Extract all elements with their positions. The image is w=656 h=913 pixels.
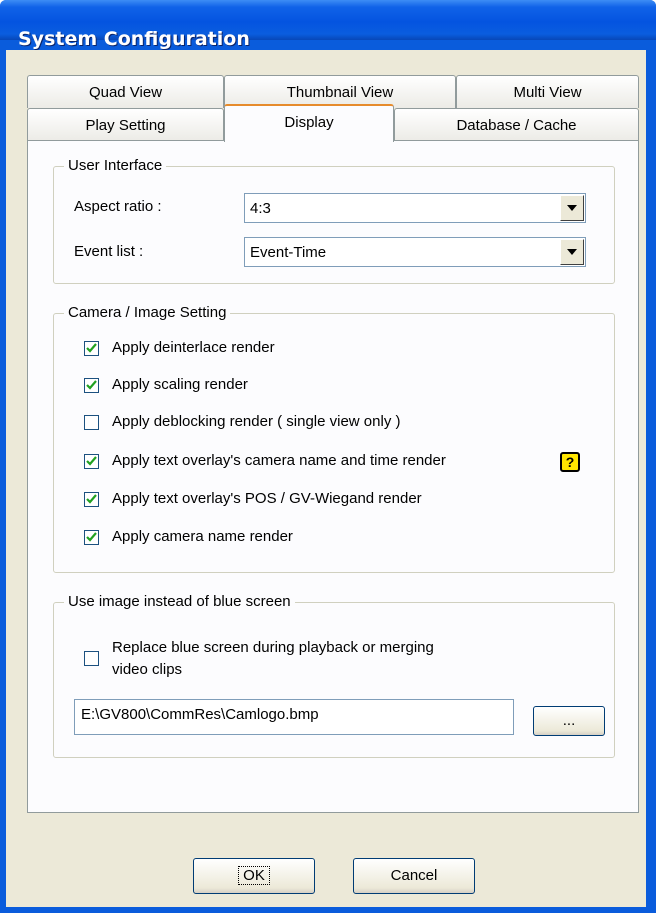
check-icon xyxy=(86,494,97,504)
tab-label: Multi View xyxy=(513,84,582,101)
text-overlay-pos-checkbox[interactable] xyxy=(84,492,99,507)
text-overlay-camera-time-label: Apply text overlay's camera name and tim… xyxy=(112,452,446,469)
tab-label: Quad View xyxy=(88,84,163,101)
deblocking-label: Apply deblocking render ( single view on… xyxy=(112,413,401,430)
event-list-label: Event list : xyxy=(74,243,144,260)
tab-display[interactable]: Display xyxy=(224,104,394,142)
system-configuration-dialog: System Configuration Quad View Thumbnail… xyxy=(0,0,656,913)
chevron-down-icon xyxy=(567,249,577,255)
deinterlace-checkbox[interactable] xyxy=(84,341,99,356)
tab-label: Database / Cache xyxy=(456,117,577,134)
ok-button[interactable]: OK xyxy=(193,858,315,894)
check-icon xyxy=(86,343,97,353)
aspect-ratio-value: 4:3 xyxy=(250,200,271,217)
user-interface-group: User Interface Aspect ratio : 4:3 Event … xyxy=(53,157,615,284)
image-path-input[interactable]: E:\GV800\CommRes\Camlogo.bmp xyxy=(74,699,514,735)
tab-label: Display xyxy=(284,114,334,131)
text-overlay-pos-label: Apply text overlay's POS / GV-Wiegand re… xyxy=(112,490,422,507)
tab-multi-view[interactable]: Multi View xyxy=(456,75,639,108)
event-list-dropdown-button[interactable] xyxy=(560,239,584,265)
ok-button-label: OK xyxy=(238,866,270,885)
tab-database-cache[interactable]: Database / Cache xyxy=(394,108,639,141)
scaling-checkbox[interactable] xyxy=(84,378,99,393)
tab-label: Thumbnail View xyxy=(286,84,394,101)
browse-button[interactable]: ... xyxy=(533,706,605,736)
scaling-label: Apply scaling render xyxy=(112,376,248,393)
help-icon[interactable]: ? xyxy=(560,452,580,472)
replace-blue-screen-label-line2: video clips xyxy=(112,661,183,678)
blue-screen-legend: Use image instead of blue screen xyxy=(64,593,295,611)
text-overlay-camera-time-checkbox[interactable] xyxy=(84,454,99,469)
check-icon xyxy=(86,456,97,466)
replace-blue-screen-checkbox[interactable] xyxy=(84,651,99,666)
tab-play-setting[interactable]: Play Setting xyxy=(27,108,224,141)
camera-name-checkbox[interactable] xyxy=(84,530,99,545)
check-icon xyxy=(86,380,97,390)
display-tab-panel: User Interface Aspect ratio : 4:3 Event … xyxy=(27,140,639,813)
camera-image-setting-legend: Camera / Image Setting xyxy=(64,304,231,322)
camera-image-setting-group: Camera / Image Setting Apply deinterlace… xyxy=(53,304,615,573)
aspect-ratio-select[interactable]: 4:3 xyxy=(244,193,586,223)
aspect-ratio-label: Aspect ratio : xyxy=(74,198,162,215)
event-list-select[interactable]: Event-Time xyxy=(244,237,586,267)
check-icon xyxy=(86,532,97,542)
deblocking-checkbox[interactable] xyxy=(84,415,99,430)
blue-screen-group: Use image instead of blue screen Replace… xyxy=(53,593,615,758)
aspect-ratio-dropdown-button[interactable] xyxy=(560,195,584,221)
replace-blue-screen-label-line1: Replace blue screen during playback or m… xyxy=(112,639,434,656)
camera-name-label: Apply camera name render xyxy=(112,528,293,545)
window-title: System Configuration xyxy=(18,28,250,50)
tab-label: Play Setting xyxy=(85,117,166,134)
chevron-down-icon xyxy=(567,205,577,211)
user-interface-legend: User Interface xyxy=(64,157,167,175)
help-icon-glyph: ? xyxy=(565,454,575,470)
cancel-button-label: Cancel xyxy=(390,867,438,884)
browse-button-label: ... xyxy=(562,712,576,729)
image-path-value: E:\GV800\CommRes\Camlogo.bmp xyxy=(81,706,319,723)
event-list-value: Event-Time xyxy=(250,244,327,261)
cancel-button[interactable]: Cancel xyxy=(353,858,475,894)
title-bar[interactable]: System Configuration xyxy=(0,0,656,50)
tab-quad-view[interactable]: Quad View xyxy=(27,75,224,108)
deinterlace-label: Apply deinterlace render xyxy=(112,339,275,356)
